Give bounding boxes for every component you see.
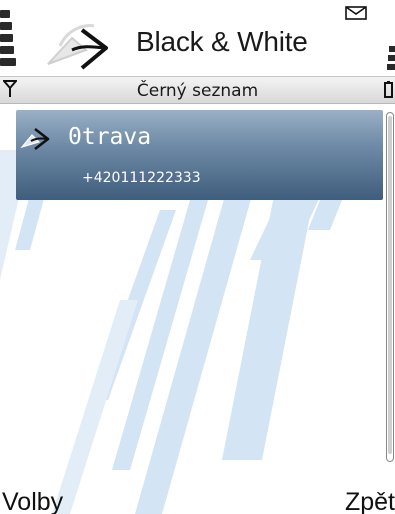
envelope-icon	[345, 6, 367, 20]
app-title: Black & White	[136, 26, 308, 57]
page-title: Černý seznam	[136, 81, 259, 101]
black-white-logo-icon	[47, 24, 108, 70]
battery-level-bars	[385, 46, 395, 76]
black-white-logo-icon	[20, 127, 50, 151]
scrollbar-thumb[interactable]	[388, 116, 392, 454]
contact-number: +420111222333	[82, 170, 201, 186]
signal-strength-bars	[0, 10, 16, 72]
navigation-bar: Černý seznam	[0, 76, 395, 104]
contact-name: 0trava	[68, 124, 152, 150]
scrollbar[interactable]	[386, 112, 394, 462]
blacklist: 0trava +420111222333	[16, 110, 383, 200]
battery-icon	[384, 81, 393, 98]
options-softkey[interactable]: Volby	[2, 488, 63, 514]
list-item[interactable]: 0trava +420111222333	[16, 110, 383, 200]
phone-screen: Black & White Černý seznam 0trava +42011…	[0, 0, 395, 514]
back-softkey[interactable]: Zpět	[345, 488, 395, 514]
